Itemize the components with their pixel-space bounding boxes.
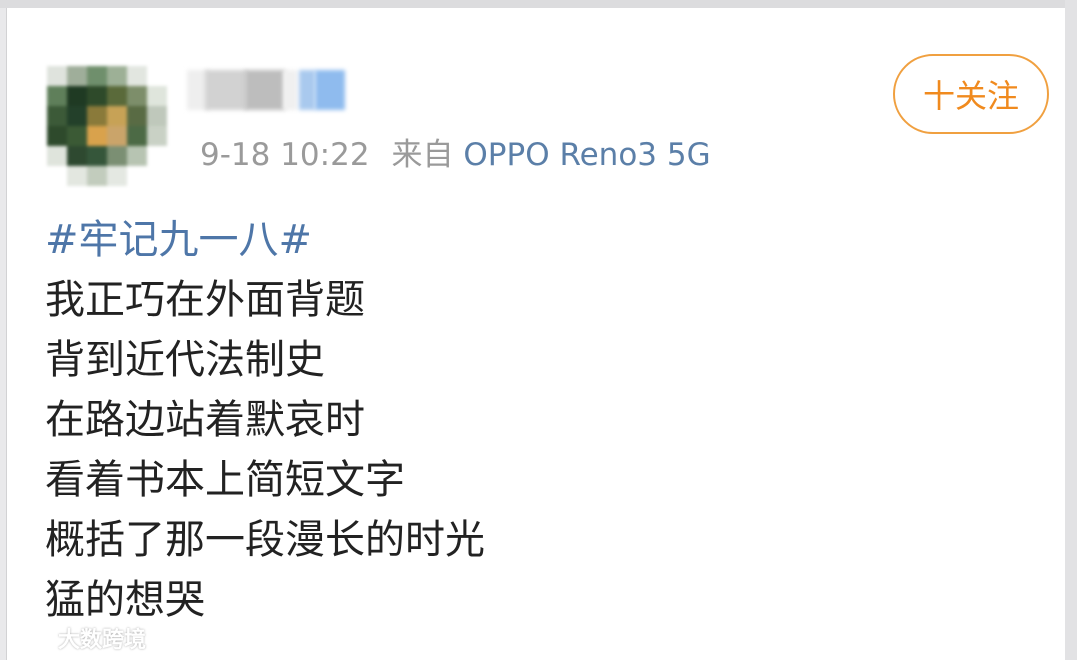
right-edge: [1065, 0, 1077, 660]
content-line: 我正巧在外面背题: [45, 277, 365, 323]
top-strip: [0, 0, 1077, 8]
post-meta: 9-18 10:22 来自 OPPO Reno3 5G: [200, 135, 711, 175]
source-device-link[interactable]: OPPO Reno3 5G: [463, 137, 710, 173]
content-line: 在路边站着默哀时: [45, 397, 365, 443]
post-card: 9-18 10:22 来自 OPPO Reno3 5G 十关注 #牢记九一八# 我…: [6, 8, 1066, 660]
watermark: 大数跨境: [8, 623, 146, 653]
watermark-text: 大数跨境: [58, 628, 147, 653]
hashtag-link[interactable]: #牢记九一八#: [45, 210, 485, 270]
source-prefix: 来自: [391, 137, 454, 173]
timestamp: 9-18 10:22: [200, 137, 370, 173]
brand-logo-icon: [10, 629, 50, 647]
content-line: 概括了那一段漫长的时光: [45, 517, 485, 563]
post-content: #牢记九一八# 我正巧在外面背题 背到近代法制史 在路边站着默哀时 看着书本上简…: [45, 210, 485, 630]
content-line: 背到近代法制史: [45, 337, 325, 383]
username-blurred[interactable]: [187, 70, 357, 110]
follow-button[interactable]: 十关注: [893, 54, 1049, 134]
content-line: 看着书本上简短文字: [45, 457, 405, 503]
follow-label: 十关注: [922, 77, 1019, 115]
content-line: 猛的想哭: [45, 577, 205, 623]
avatar[interactable]: [47, 66, 167, 186]
